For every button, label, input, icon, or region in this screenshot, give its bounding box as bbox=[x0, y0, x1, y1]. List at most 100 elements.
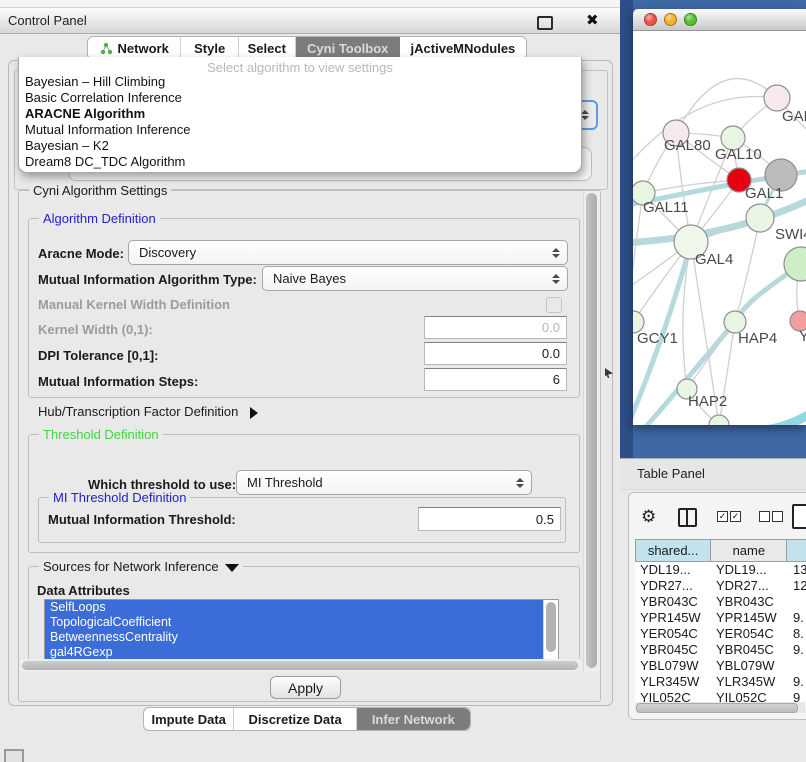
unchecked-checkbox-icon[interactable] bbox=[772, 511, 783, 522]
table-row[interactable]: YBL079WYBL079W bbox=[635, 658, 806, 674]
unchecked-checkbox-icon[interactable] bbox=[759, 511, 770, 522]
mac-zoom-icon[interactable] bbox=[684, 13, 697, 26]
apply-button[interactable]: Apply bbox=[270, 676, 341, 699]
network-edge[interactable] bbox=[728, 413, 806, 425]
table-cell[interactable]: 8. bbox=[788, 626, 806, 642]
table-cell[interactable]: 9. bbox=[788, 610, 806, 626]
tab-infer-network-label: Infer Network bbox=[372, 712, 455, 727]
settings-vscrollbar[interactable] bbox=[583, 191, 600, 672]
table-cell[interactable]: 9. bbox=[788, 642, 806, 658]
tab-style[interactable]: Style bbox=[181, 37, 239, 59]
table-cell[interactable] bbox=[788, 594, 806, 610]
tab-discretize-data[interactable]: Discretize Data bbox=[234, 708, 356, 730]
settings-hscrollbar[interactable] bbox=[20, 659, 582, 672]
tab-network[interactable]: Network bbox=[88, 37, 181, 59]
mi-threshold-group-title: MI Threshold Definition bbox=[49, 490, 190, 505]
mi-steps-field[interactable]: 6 bbox=[424, 368, 567, 391]
tab-infer-network[interactable]: Infer Network bbox=[357, 708, 470, 730]
table-row[interactable]: YDL19...YDL19...13 bbox=[635, 562, 806, 578]
attribute-item[interactable]: BetweennessCentrality bbox=[45, 630, 544, 645]
network-edge[interactable] bbox=[687, 322, 735, 389]
table-cell[interactable]: 12 bbox=[788, 578, 806, 594]
column-header[interactable]: A bbox=[787, 540, 806, 561]
node-label: GAL4 bbox=[695, 251, 733, 268]
aracne-mode-select[interactable]: Discovery bbox=[128, 240, 568, 265]
tab-jactivemnodules[interactable]: jActiveMNodules bbox=[400, 37, 526, 59]
table-row[interactable]: YER054CYER054C8. bbox=[635, 626, 806, 642]
algorithm-item[interactable]: Bayesian – Hill Climbing bbox=[23, 74, 577, 90]
restore-panel-icon[interactable] bbox=[4, 749, 24, 762]
mi-type-select[interactable]: Naive Bayes bbox=[262, 266, 568, 291]
checked-checkbox-icon[interactable]: ✓ bbox=[730, 511, 741, 522]
table-cell[interactable]: YDL19... bbox=[635, 562, 711, 578]
tab-impute-data[interactable]: Impute Data bbox=[144, 708, 234, 730]
tab-select[interactable]: Select bbox=[239, 37, 296, 59]
network-window-titlebar[interactable] bbox=[633, 9, 806, 31]
table-cell[interactable]: YBL079W bbox=[711, 658, 788, 674]
mac-minimize-icon[interactable] bbox=[664, 13, 677, 26]
table-cell[interactable]: YDL19... bbox=[711, 562, 788, 578]
table-cell[interactable]: YBR045C bbox=[711, 642, 788, 658]
table-cell[interactable]: YPR145W bbox=[635, 610, 711, 626]
node-label: HAP4 bbox=[738, 330, 777, 347]
checked-checkbox-icon[interactable]: ✓ bbox=[717, 511, 728, 522]
table-cell[interactable]: YBR045C bbox=[635, 642, 711, 658]
kernel-width-field[interactable]: 0.0 bbox=[424, 316, 567, 339]
bottom-tabbar: Impute Data Discretize Data Infer Networ… bbox=[143, 707, 471, 731]
gear-icon[interactable]: ⚙ bbox=[641, 507, 656, 527]
attribute-item[interactable]: SelfLoops bbox=[45, 600, 544, 615]
table-doc-icon[interactable] bbox=[792, 504, 806, 529]
table-cell[interactable]: YPR145W bbox=[711, 610, 788, 626]
algorithm-dropdown-placeholder: Select algorithm to view settings bbox=[19, 60, 581, 75]
table-cell[interactable] bbox=[788, 658, 806, 674]
algorithm-item[interactable]: Mutual Information Inference bbox=[23, 122, 577, 138]
dpi-tolerance-field[interactable]: 0.0 bbox=[424, 342, 567, 365]
data-attributes-label: Data Attributes bbox=[37, 583, 130, 598]
float-window-icon[interactable] bbox=[537, 16, 553, 30]
table-cell[interactable]: YBR043C bbox=[711, 594, 788, 610]
table-cell[interactable]: 9. bbox=[788, 674, 806, 690]
mi-threshold-field[interactable]: 0.5 bbox=[418, 507, 561, 531]
which-threshold-select[interactable]: MI Threshold bbox=[236, 470, 532, 495]
table-row[interactable]: YBR043CYBR043C bbox=[635, 594, 806, 610]
network-node[interactable] bbox=[709, 415, 729, 425]
table-cell[interactable]: YDR27... bbox=[635, 578, 711, 594]
table-cell[interactable]: YLR345W bbox=[711, 674, 788, 690]
network-canvas[interactable]: GALGAL80GAL10GAL1GAL11SWI4GAL4GCY1HAP4YH… bbox=[633, 31, 806, 425]
attribute-item[interactable]: TopologicalCoefficient bbox=[45, 615, 544, 630]
table-cell[interactable]: YLR345W bbox=[635, 674, 711, 690]
attribute-item[interactable]: gal4RGexp bbox=[45, 645, 544, 660]
hub-definition-expander[interactable]: Hub/Transcription Factor Definition bbox=[38, 404, 258, 419]
table-cell[interactable]: 13 bbox=[788, 562, 806, 578]
column-header[interactable]: shared... bbox=[636, 540, 711, 561]
manual-kernel-checkbox[interactable] bbox=[546, 297, 562, 313]
column-header[interactable]: name bbox=[711, 540, 787, 561]
network-edge[interactable] bbox=[676, 79, 777, 133]
close-icon[interactable]: ✖ bbox=[586, 11, 599, 29]
table-cell[interactable]: YBL079W bbox=[635, 658, 711, 674]
which-threshold-value: MI Threshold bbox=[247, 475, 323, 490]
table-cell[interactable]: YDR27... bbox=[711, 578, 788, 594]
algorithm-item[interactable]: Bayesian – K2 bbox=[23, 138, 577, 154]
table-hscrollbar[interactable] bbox=[635, 702, 805, 713]
table-row[interactable]: YBR045CYBR045C9. bbox=[635, 642, 806, 658]
sources-title[interactable]: Sources for Network Inference bbox=[39, 559, 243, 574]
table-row[interactable]: YLR345WYLR345W9. bbox=[635, 674, 806, 690]
table-cell[interactable]: YER054C bbox=[711, 626, 788, 642]
table-cell[interactable]: YBR043C bbox=[635, 594, 711, 610]
tab-cyni-toolbox[interactable]: Cyni Toolbox bbox=[296, 37, 400, 59]
attributes-scrollbar[interactable] bbox=[543, 600, 558, 659]
mac-close-icon[interactable] bbox=[644, 13, 657, 26]
algorithm-item[interactable]: Basic Correlation Inference bbox=[23, 90, 577, 106]
node-label: GCY1 bbox=[637, 330, 678, 347]
table-row[interactable]: YPR145WYPR145W9. bbox=[635, 610, 806, 626]
network-edge[interactable] bbox=[633, 193, 643, 311]
algorithm-dropdown-popup: Select algorithm to view settings Bayesi… bbox=[18, 57, 582, 173]
table-cell[interactable]: YER054C bbox=[635, 626, 711, 642]
network-node[interactable] bbox=[746, 204, 774, 232]
network-graph[interactable]: GALGAL80GAL10GAL1GAL11SWI4GAL4GCY1HAP4YH… bbox=[633, 31, 806, 425]
table-row[interactable]: YDR27...YDR27...12 bbox=[635, 578, 806, 594]
columns-icon[interactable] bbox=[678, 508, 697, 527]
algorithm-item[interactable]: ARACNE Algorithm bbox=[23, 106, 577, 122]
algorithm-item[interactable]: Dream8 DC_TDC Algorithm bbox=[23, 154, 577, 170]
